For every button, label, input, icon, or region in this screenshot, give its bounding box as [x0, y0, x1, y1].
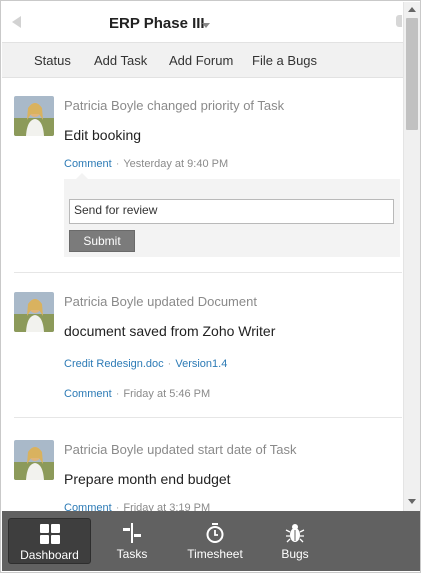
bottom-navigation: Dashboard Tasks Timesheet Bugs: [2, 511, 420, 571]
vertical-scrollbar[interactable]: [403, 2, 420, 511]
document-meta: Credit Redesign.doc · Version1.4: [64, 358, 227, 370]
avatar[interactable]: [14, 96, 54, 136]
scrollbar-thumb[interactable]: [406, 18, 418, 130]
activity-feed: Patricia Boyle changed priority of Task …: [2, 79, 403, 511]
comment-input[interactable]: [69, 199, 394, 224]
tasks-icon: [123, 523, 141, 543]
meta-separator: ·: [167, 358, 172, 370]
comment-meta: Comment · Yesterday at 9:40 PM: [64, 158, 228, 170]
app-window: ERP Phase III Status Add Task Add Forum …: [0, 0, 421, 573]
feed-divider: [14, 417, 402, 418]
task-title[interactable]: Prepare month end budget: [64, 471, 231, 487]
avatar[interactable]: [14, 440, 54, 480]
status-action[interactable]: Status: [34, 53, 71, 68]
meta-separator: ·: [115, 158, 120, 170]
add-forum-action[interactable]: Add Forum: [169, 53, 233, 68]
corner-tab: [396, 15, 402, 27]
comment-link[interactable]: Comment: [64, 388, 112, 400]
file-bug-action[interactable]: File a Bugs: [252, 53, 317, 68]
scroll-up-arrow-icon[interactable]: [408, 7, 416, 12]
nav-bugs[interactable]: Bugs: [268, 518, 322, 564]
comment-meta: Comment · Friday at 5:46 PM: [64, 388, 210, 400]
submit-button[interactable]: Submit: [69, 230, 135, 252]
scroll-down-arrow-icon[interactable]: [408, 499, 416, 504]
nav-label: Tasks: [116, 547, 148, 561]
task-title[interactable]: Edit booking: [64, 127, 141, 143]
nav-timesheet[interactable]: Timesheet: [179, 518, 251, 564]
comment-link[interactable]: Comment: [64, 502, 112, 511]
timestamp: Friday at 3:19 PM: [123, 502, 211, 511]
activity-headline: Patricia Boyle updated start date of Tas…: [64, 442, 297, 457]
avatar[interactable]: [14, 292, 54, 332]
bug-icon: [285, 524, 305, 543]
activity-headline: Patricia Boyle updated Document: [64, 294, 257, 309]
nav-dashboard[interactable]: Dashboard: [8, 518, 91, 564]
feed-divider: [14, 272, 402, 273]
project-title[interactable]: ERP Phase III: [109, 15, 205, 32]
comment-meta: Comment · Friday at 3:19 PM: [64, 502, 210, 511]
top-header: ERP Phase III: [2, 2, 403, 42]
version-link[interactable]: Version1.4: [175, 358, 227, 370]
comment-link[interactable]: Comment: [64, 158, 112, 170]
dashboard-grid-icon: [40, 524, 60, 544]
action-bar: Status Add Task Add Forum File a Bugs: [2, 42, 403, 78]
document-note: document saved from Zoho Writer: [64, 323, 276, 339]
nav-label: Dashboard: [20, 548, 79, 562]
nav-label: Bugs: [281, 547, 309, 561]
timestamp: Yesterday at 9:40 PM: [123, 158, 229, 170]
meta-separator: ·: [115, 388, 120, 400]
nav-label: Timesheet: [187, 547, 243, 561]
meta-separator: ·: [115, 502, 120, 511]
activity-headline: Patricia Boyle changed priority of Task: [64, 98, 285, 113]
document-link[interactable]: Credit Redesign.doc: [64, 358, 164, 370]
chevron-down-icon[interactable]: [202, 23, 210, 28]
add-task-action[interactable]: Add Task: [94, 53, 147, 68]
stopwatch-icon: [206, 523, 224, 543]
nav-tasks[interactable]: Tasks: [102, 518, 162, 564]
back-arrow-icon[interactable]: [12, 16, 21, 28]
timestamp: Friday at 5:46 PM: [123, 388, 211, 400]
